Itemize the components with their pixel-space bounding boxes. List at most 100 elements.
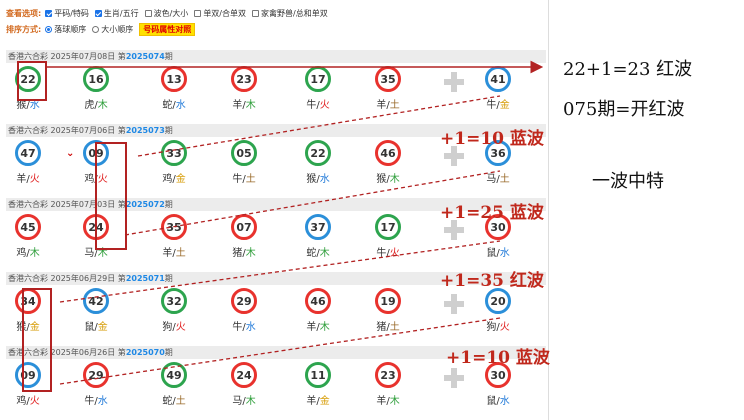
zodiac-label: 蛇 [162,100,173,111]
zodiac-label: 鼠 [486,248,497,259]
element-label: 火 [389,248,400,259]
zodiac-label: 鸡 [162,174,173,185]
sort-option-label: 落球顺序 [54,24,87,34]
ball-attribute: 羊/木 [376,396,400,407]
number-ball: 33 [161,140,187,166]
element-label: 木 [389,396,400,407]
ball-attribute: 鸡/金 [162,174,186,185]
number-ball: 24 [231,362,257,388]
attribute-table-link[interactable]: 号码属性对照 [139,22,196,36]
radio[interactable] [45,25,53,33]
number-ball: 19 [375,288,401,314]
view-option-1[interactable]: 生肖/五行 [94,8,139,19]
view-options-row: 查看选项: 平码/特码 生肖/五行 波色/大小 单双/合单双 家禽野兽/总和单双 [6,6,334,20]
ball-attribute: 羊/木 [232,100,256,111]
draw-date: 香港六合彩 2025年06月29日 第 [8,274,126,283]
element-label: 金 [319,396,330,407]
view-options-label: 查看选项: [6,8,42,18]
plus-icon [444,72,464,92]
plus-icon [444,220,464,240]
ball-attribute: 鸡/火 [16,396,40,407]
zodiac-label: 猴 [376,174,387,185]
element-label: 金 [175,174,186,185]
zodiac-label: 狗 [486,322,497,333]
view-option-0[interactable]: 平码/特码 [45,8,89,19]
view-option-4[interactable]: 家禽野兽/总和单双 [252,8,328,19]
zodiac-label: 羊 [376,396,387,407]
zodiac-label: 牛 [232,322,243,333]
sort-option-0[interactable]: 落球顺序 [45,24,86,35]
draw-period-suffix: 期 [164,200,173,209]
draw-period: 2025071 [125,274,165,283]
zodiac-label: 猪 [232,248,243,259]
number-ball: 47 [15,140,41,166]
sort-option-label: 大小顺序 [101,24,134,34]
ball-attribute: 狗/火 [162,322,186,333]
zodiac-label: 牛 [306,100,317,111]
zodiac-label: 狗 [162,322,173,333]
draw-period: 2025073 [125,126,165,135]
ball-attribute: 猪/木 [232,248,256,259]
chevron-down-icon: ⌄ [66,148,75,159]
checkbox[interactable] [144,9,152,17]
ball-attribute: 鼠/金 [84,322,108,333]
annotation-text: 22+1=23 红波 [563,59,693,80]
plus-icon [444,368,464,388]
draw-period: 2025072 [125,200,165,209]
draw-period: 2025070 [125,348,165,357]
plus-icon [444,146,464,166]
checkbox[interactable] [94,9,102,17]
zodiac-label: 蛇 [162,396,173,407]
sort-option-1[interactable]: 大小顺序 [92,24,133,35]
sort-options-label: 排序方式: [6,24,42,34]
element-label: 木 [389,174,400,185]
radio[interactable] [92,25,100,33]
number-ball: 11 [305,362,331,388]
element-label: 木 [29,248,40,259]
zodiac-label: 牛 [232,174,243,185]
number-ball: 29 [231,288,257,314]
number-ball: 29 [83,362,109,388]
element-label: 火 [29,174,40,185]
zodiac-label: 猪 [376,322,387,333]
special-ball: 20 [485,288,511,314]
element-label: 土 [389,322,400,333]
zodiac-label: 羊 [306,396,317,407]
element-label: 木 [245,248,256,259]
number-ball: 05 [231,140,257,166]
element-label: 水 [499,396,510,407]
zodiac-label: 马 [232,396,243,407]
sort-options-row: 排序方式: 落球顺序 大小顺序 号码属性对照 [6,22,196,36]
checkbox[interactable] [252,9,260,17]
element-label: 木 [245,100,256,111]
ball-attribute: 猪/土 [376,322,400,333]
element-label: 木 [97,100,108,111]
element-label: 土 [175,248,186,259]
zodiac-label: 猴 [16,100,27,111]
highlight-box [95,142,127,250]
element-label: 火 [175,322,186,333]
ball-attribute: 虎/木 [84,100,108,111]
ball-attribute: 狗/火 [486,322,510,333]
annotation-text: 一波中特 [592,171,664,192]
element-label: 金 [97,322,108,333]
draw-header: 香港六合彩 2025年07月08日 第2025074期 [6,50,546,63]
ball-attribute: 牛/土 [232,174,256,185]
element-label: 水 [319,174,330,185]
ball-attribute: 羊/金 [306,396,330,407]
checkbox[interactable] [45,9,53,17]
view-option-label: 生肖/五行 [103,8,139,18]
view-option-2[interactable]: 波色/大小 [144,8,188,19]
element-label: 水 [97,396,108,407]
zodiac-label: 羊 [16,174,27,185]
zodiac-label: 羊 [232,100,243,111]
annotation-text: +1=10 蓝波 [446,348,550,368]
view-option-3[interactable]: 单双/合单双 [194,8,246,19]
plus-icon [444,294,464,314]
element-label: 土 [175,396,186,407]
number-ball: 46 [375,140,401,166]
zodiac-label: 鸡 [16,248,27,259]
checkbox[interactable] [194,9,202,17]
special-ball: 41 [485,66,511,92]
zodiac-label: 羊 [376,100,387,111]
